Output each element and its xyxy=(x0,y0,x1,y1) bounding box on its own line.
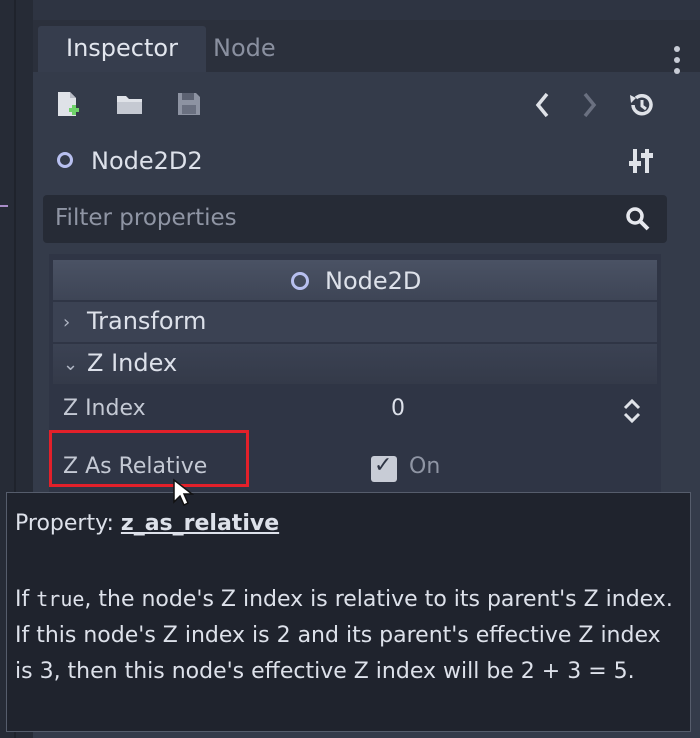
dock-menu-icon[interactable] xyxy=(674,46,680,79)
tooltip-property-name: z_as_relative xyxy=(120,511,280,536)
save-icon[interactable] xyxy=(175,90,203,122)
group-label: Transform xyxy=(87,307,207,335)
viewport-guide-mark xyxy=(0,205,8,207)
tooltip-desc-rest: , the node's Z index is relative to its … xyxy=(15,587,673,684)
property-label: Z Index xyxy=(63,396,146,421)
dock-tab-bar: Inspector Node xyxy=(33,20,700,74)
mouse-cursor-icon xyxy=(172,478,195,512)
open-folder-icon[interactable] xyxy=(115,90,145,122)
tooltip-description: If true, the node's Z index is relative … xyxy=(15,581,680,690)
checkmark-icon: ✓ xyxy=(374,453,393,478)
history-back-icon[interactable] xyxy=(533,90,553,124)
new-resource-icon[interactable] xyxy=(55,90,81,124)
node2d-icon xyxy=(291,272,309,290)
tab-node[interactable]: Node xyxy=(213,26,276,72)
highlight-box xyxy=(49,430,249,487)
history-forward-icon[interactable] xyxy=(579,90,599,124)
filter-placeholder: Filter properties xyxy=(55,205,237,231)
property-z-index: Z Index 0 xyxy=(53,386,657,434)
object-history-icon[interactable] xyxy=(627,90,657,124)
group-transform[interactable]: › Transform xyxy=(53,302,657,342)
tooltip-code: true xyxy=(36,587,85,611)
search-icon xyxy=(625,206,651,236)
updown-arrows-icon[interactable] xyxy=(621,396,643,430)
tooltip-desc-start: If xyxy=(15,587,37,612)
group-z-index[interactable]: ⌄ Z Index xyxy=(53,344,657,384)
selected-node-name: Node2D2 xyxy=(91,147,203,175)
checkbox-state-label: On xyxy=(409,454,441,479)
dock-top-strip xyxy=(33,0,700,20)
object-tools-icon[interactable] xyxy=(627,146,655,180)
section-header-node2d[interactable]: Node2D xyxy=(53,260,657,300)
filter-properties-input[interactable]: Filter properties xyxy=(43,195,667,243)
property-tooltip: Property: z_as_relative If true, the nod… xyxy=(6,492,691,732)
section-title: Node2D xyxy=(325,267,422,295)
node2d-icon xyxy=(57,152,73,168)
z-index-spinbox[interactable]: 0 xyxy=(391,396,405,421)
z-as-relative-checkbox[interactable]: ✓ xyxy=(371,453,397,482)
tooltip-title: Property: z_as_relative xyxy=(15,511,279,536)
tooltip-prefix: Property: xyxy=(15,511,121,536)
group-label: Z Index xyxy=(87,349,178,377)
chevron-right-icon: › xyxy=(63,312,71,333)
selected-node-row[interactable]: Node2D2 xyxy=(33,138,700,188)
chevron-down-icon: ⌄ xyxy=(63,354,79,375)
tab-inspector[interactable]: Inspector xyxy=(38,26,206,72)
inspector-toolbar xyxy=(33,80,700,130)
